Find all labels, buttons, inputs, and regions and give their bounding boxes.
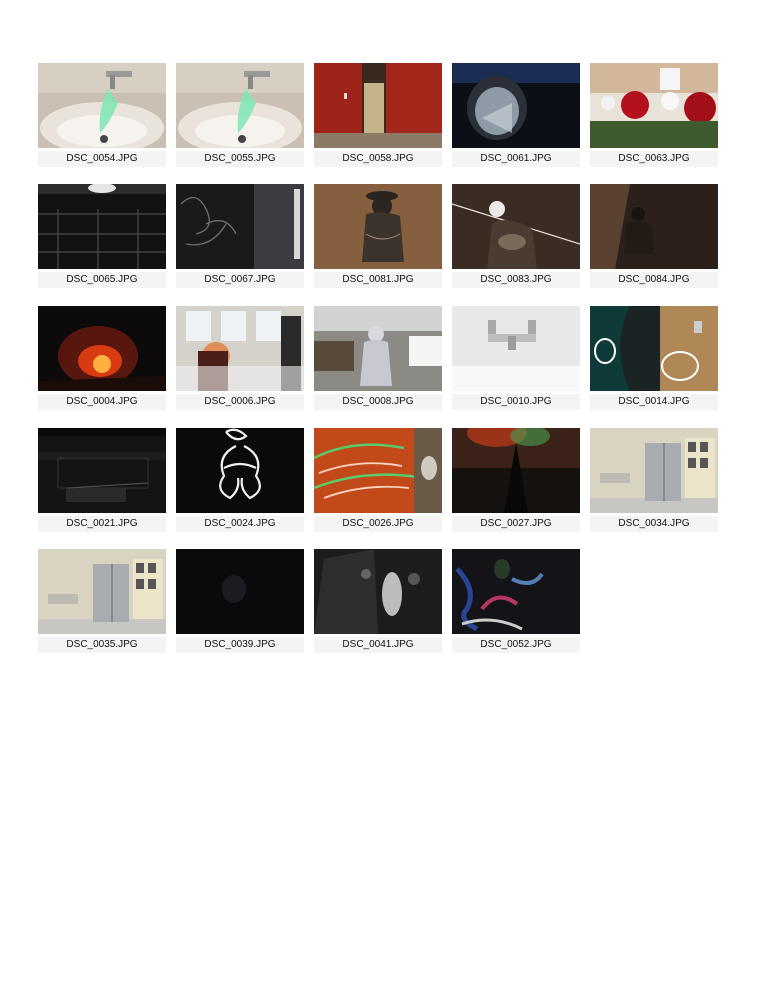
thumbnail-cell[interactable]: DSC_0010.JPG bbox=[452, 306, 580, 414]
thumbnail-cell[interactable]: DSC_0039.JPG bbox=[176, 549, 304, 657]
thumbnail-cell[interactable]: DSC_0014.JPG bbox=[590, 306, 718, 414]
thumbnail-image[interactable] bbox=[176, 549, 304, 634]
thumbnail-filename: DSC_0081.JPG bbox=[314, 272, 442, 288]
thumbnail-cell[interactable]: DSC_0021.JPG bbox=[38, 428, 166, 536]
thumbnail-image[interactable] bbox=[176, 63, 304, 148]
thumbnail-image[interactable] bbox=[38, 306, 166, 391]
thumbnail-filename: DSC_0052.JPG bbox=[452, 637, 580, 653]
thumbnail-filename: DSC_0014.JPG bbox=[590, 394, 718, 410]
thumbnail-cell[interactable]: DSC_0061.JPG bbox=[452, 63, 580, 171]
thumbnail-cell[interactable]: DSC_0083.JPG bbox=[452, 184, 580, 292]
thumbnail-filename: DSC_0026.JPG bbox=[314, 516, 442, 532]
thumbnail-cell[interactable]: DSC_0058.JPG bbox=[314, 63, 442, 171]
thumbnail-cell[interactable]: DSC_0081.JPG bbox=[314, 184, 442, 292]
thumbnail-image[interactable] bbox=[452, 184, 580, 269]
thumbnail-image[interactable] bbox=[314, 184, 442, 269]
thumbnail-image[interactable] bbox=[452, 306, 580, 391]
thumbnail-filename: DSC_0027.JPG bbox=[452, 516, 580, 532]
thumbnail-cell[interactable]: DSC_0034.JPG bbox=[590, 428, 718, 536]
thumbnail-filename: DSC_0035.JPG bbox=[38, 637, 166, 653]
thumbnail-image[interactable] bbox=[590, 428, 718, 513]
thumbnail-cell[interactable]: DSC_0052.JPG bbox=[452, 549, 580, 657]
thumbnail-image[interactable] bbox=[38, 184, 166, 269]
thumbnail-image[interactable] bbox=[452, 428, 580, 513]
thumbnail-image[interactable] bbox=[176, 306, 304, 391]
thumbnail-image[interactable] bbox=[590, 63, 718, 148]
thumbnail-filename: DSC_0061.JPG bbox=[452, 151, 580, 167]
thumbnail-filename: DSC_0065.JPG bbox=[38, 272, 166, 288]
thumbnail-filename: DSC_0083.JPG bbox=[452, 272, 580, 288]
thumbnail-cell[interactable]: DSC_0067.JPG bbox=[176, 184, 304, 292]
thumbnail-filename: DSC_0021.JPG bbox=[38, 516, 166, 532]
thumbnail-cell[interactable]: DSC_0004.JPG bbox=[38, 306, 166, 414]
thumbnail-filename: DSC_0084.JPG bbox=[590, 272, 718, 288]
contact-sheet: DSC_0054.JPG DSC_0055.JPG DSC_0058.JPG D… bbox=[0, 0, 758, 984]
thumbnail-cell[interactable]: DSC_0063.JPG bbox=[590, 63, 718, 171]
thumbnail-filename: DSC_0058.JPG bbox=[314, 151, 442, 167]
thumbnail-image[interactable] bbox=[314, 549, 442, 634]
thumbnail-image[interactable] bbox=[38, 63, 166, 148]
thumbnail-cell[interactable]: DSC_0055.JPG bbox=[176, 63, 304, 171]
thumbnail-image[interactable] bbox=[38, 549, 166, 634]
thumbnail-cell[interactable]: DSC_0026.JPG bbox=[314, 428, 442, 536]
thumbnail-filename: DSC_0006.JPG bbox=[176, 394, 304, 410]
thumbnail-image[interactable] bbox=[452, 63, 580, 148]
thumbnail-cell[interactable]: DSC_0024.JPG bbox=[176, 428, 304, 536]
thumbnail-image[interactable] bbox=[176, 428, 304, 513]
thumbnail-image[interactable] bbox=[452, 549, 580, 634]
thumbnail-filename: DSC_0010.JPG bbox=[452, 394, 580, 410]
thumbnail-cell[interactable]: DSC_0041.JPG bbox=[314, 549, 442, 657]
thumbnail-filename: DSC_0067.JPG bbox=[176, 272, 304, 288]
thumbnail-filename: DSC_0039.JPG bbox=[176, 637, 304, 653]
thumbnail-cell[interactable]: DSC_0054.JPG bbox=[38, 63, 166, 171]
thumbnail-cell[interactable]: DSC_0084.JPG bbox=[590, 184, 718, 292]
thumbnail-cell[interactable]: DSC_0008.JPG bbox=[314, 306, 442, 414]
thumbnail-cell[interactable]: DSC_0065.JPG bbox=[38, 184, 166, 292]
thumbnail-filename: DSC_0054.JPG bbox=[38, 151, 166, 167]
thumbnail-image[interactable] bbox=[314, 306, 442, 391]
thumbnail-filename: DSC_0008.JPG bbox=[314, 394, 442, 410]
thumbnail-filename: DSC_0041.JPG bbox=[314, 637, 442, 653]
thumbnail-cell[interactable]: DSC_0006.JPG bbox=[176, 306, 304, 414]
thumbnail-image[interactable] bbox=[176, 184, 304, 269]
thumbnail-image[interactable] bbox=[590, 306, 718, 391]
thumbnail-cell[interactable]: DSC_0035.JPG bbox=[38, 549, 166, 657]
thumbnail-cell[interactable]: DSC_0027.JPG bbox=[452, 428, 580, 536]
thumbnail-filename: DSC_0034.JPG bbox=[590, 516, 718, 532]
thumbnail-filename: DSC_0055.JPG bbox=[176, 151, 304, 167]
thumbnail-filename: DSC_0063.JPG bbox=[590, 151, 718, 167]
thumbnail-image[interactable] bbox=[314, 63, 442, 148]
thumbnail-filename: DSC_0024.JPG bbox=[176, 516, 304, 532]
thumbnail-image[interactable] bbox=[590, 184, 718, 269]
thumbnail-filename: DSC_0004.JPG bbox=[38, 394, 166, 410]
thumbnail-image[interactable] bbox=[314, 428, 442, 513]
thumbnail-image[interactable] bbox=[38, 428, 166, 513]
